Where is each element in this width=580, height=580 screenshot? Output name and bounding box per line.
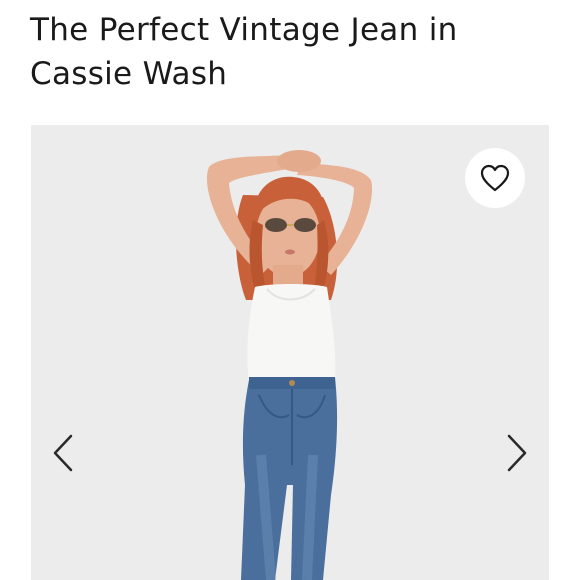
heart-outline-icon	[480, 164, 510, 192]
chevron-right-icon	[507, 434, 527, 472]
previous-image-button[interactable]	[45, 425, 81, 481]
favorite-button[interactable]	[465, 148, 525, 208]
product-image-gallery[interactable]	[31, 125, 549, 580]
product-title: The Perfect Vintage Jean in Cassie Wash	[30, 12, 458, 92]
chevron-left-icon	[53, 434, 73, 472]
next-image-button[interactable]	[499, 425, 535, 481]
